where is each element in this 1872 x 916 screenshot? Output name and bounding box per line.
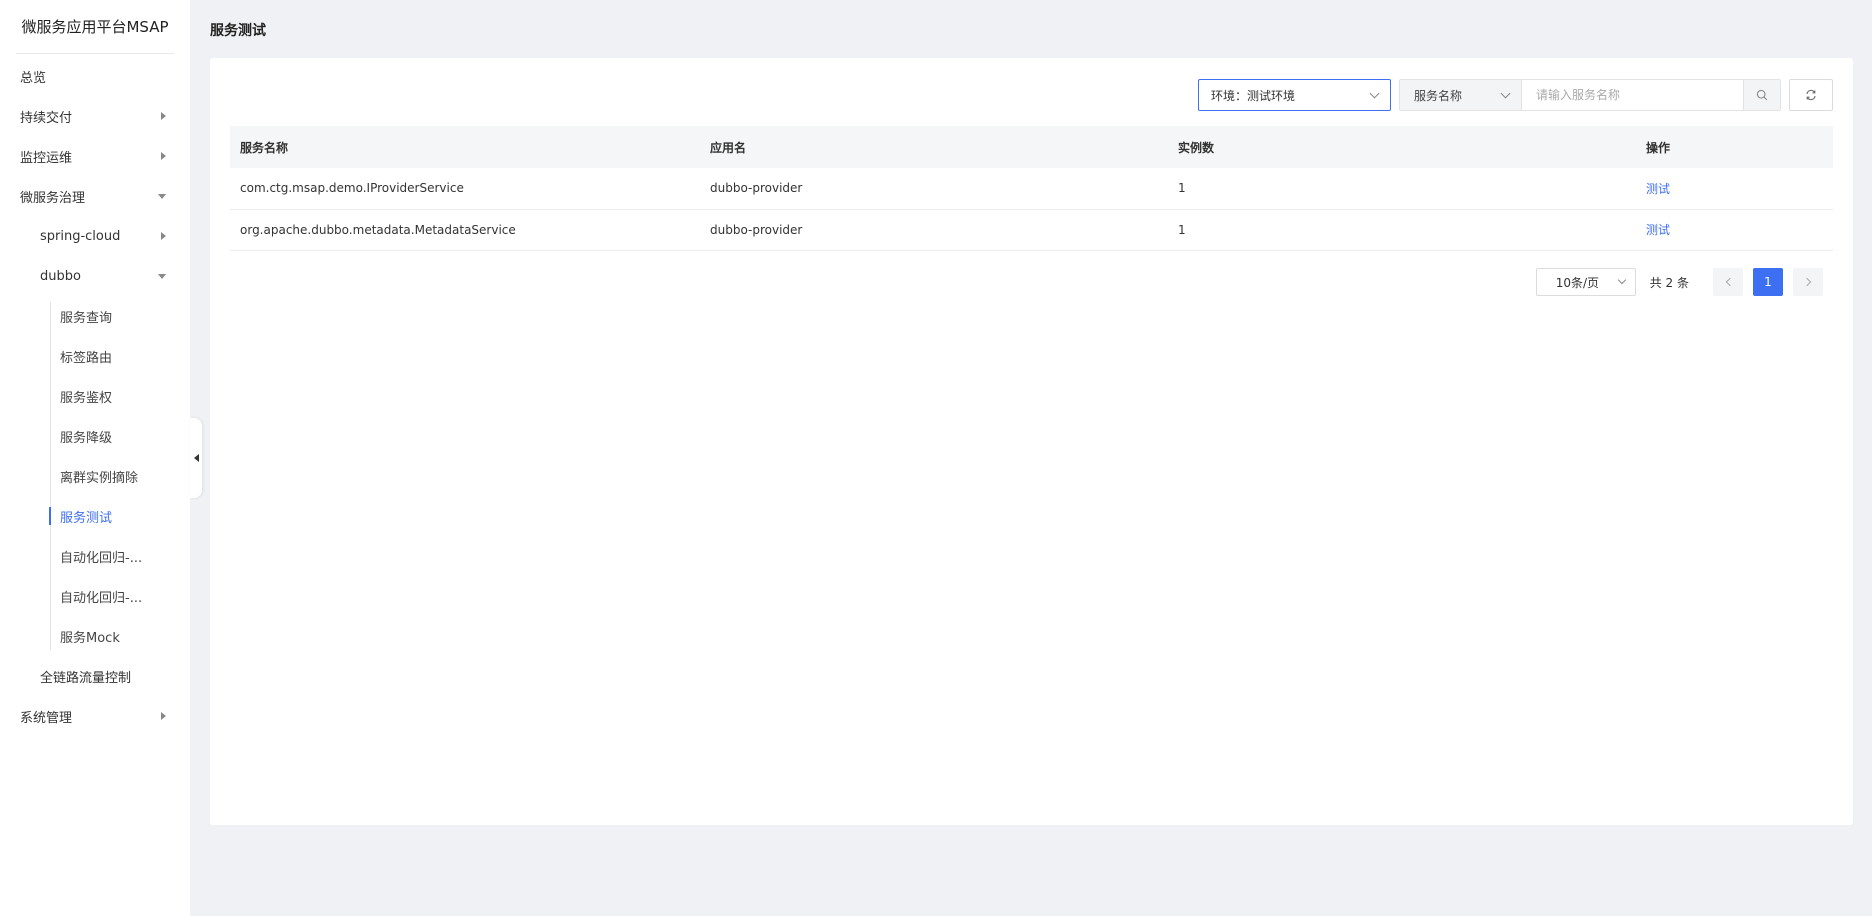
sidebar-item-auto-regression-2[interactable]: 自动化回归-... [0,576,190,616]
search-input[interactable] [1521,79,1743,111]
sidebar-menu: 总览 持续交付 监控运维 微服务治理 spring-cloud dubbo 服务… [0,54,190,736]
page-size-select[interactable]: 10条/页 [1535,268,1636,296]
cell-instances: 1 [1168,168,1636,210]
table-header-row: 服务名称 应用名 实例数 操作 [230,126,1833,168]
table-row: org.apache.dubbo.metadata.MetadataServic… [230,209,1833,251]
sidebar-collapse-toggle[interactable] [190,418,202,498]
next-page-button[interactable] [1793,268,1823,296]
caret-right-icon [161,232,166,240]
content-card: 环境：测试环境 服务名称 服务名称 应用名 [210,58,1853,825]
dubbo-submenu: 服务查询 标签路由 服务鉴权 服务降级 离群实例摘除 服务测试 自动化回归-..… [0,296,190,656]
total-count: 共 2 条 [1649,275,1689,290]
refresh-icon [1806,89,1816,101]
caret-right-icon [161,152,166,160]
search-field-select[interactable]: 服务名称 [1399,79,1521,111]
search-button[interactable] [1743,79,1781,111]
sidebar-item-tag-routing[interactable]: 标签路由 [0,336,190,376]
sidebar-item-traffic-control[interactable]: 全链路流量控制 [0,656,190,696]
column-header-app-name: 应用名 [700,126,1168,168]
cell-app-name: dubbo-provider [700,168,1168,210]
chevron-down-icon [1500,88,1511,99]
environment-select[interactable]: 环境：测试环境 [1198,79,1391,111]
refresh-button[interactable] [1789,79,1833,111]
sidebar-item-outlier-removal[interactable]: 离群实例摘除 [0,456,190,496]
chevron-down-icon [1617,275,1626,285]
cell-service-name: org.apache.dubbo.metadata.MetadataServic… [230,209,700,251]
search-field-value: 服务名称 [1414,88,1463,103]
sidebar-item-service-test[interactable]: 服务测试 [0,496,190,536]
caret-left-icon [193,454,199,462]
sidebar-item-continuous-delivery[interactable]: 持续交付 [0,96,190,136]
sidebar-item-label: 微服务治理 [20,190,86,206]
sidebar-item-label: 自动化回归-... [60,590,143,606]
cell-actions: 测试 [1636,209,1833,251]
caret-down-icon [158,274,166,279]
sidebar-item-overview[interactable]: 总览 [0,56,190,96]
chevron-left-icon [1725,277,1734,287]
caret-right-icon [161,112,166,120]
sidebar-item-auto-regression-1[interactable]: 自动化回归-... [0,536,190,576]
sidebar-item-label: dubbo [40,268,81,284]
test-link[interactable]: 测试 [1646,223,1670,237]
column-header-service-name: 服务名称 [230,126,700,168]
cell-app-name: dubbo-provider [700,209,1168,251]
cell-service-name: com.ctg.msap.demo.IProviderService [230,168,700,210]
sidebar-item-label: 服务降级 [60,430,113,446]
caret-right-icon [161,712,166,720]
sidebar-item-label: 全链路流量控制 [40,670,132,686]
sidebar-item-label: 系统管理 [20,710,73,726]
sidebar: 微服务应用平台MSAP 总览 持续交付 监控运维 微服务治理 spring-cl… [0,0,190,916]
sidebar-item-label: 离群实例摘除 [60,470,139,486]
chevron-down-icon [1369,88,1380,99]
caret-down-icon [158,194,166,199]
sidebar-item-label: 监控运维 [20,150,73,166]
sidebar-item-label: 自动化回归-... [60,550,143,566]
test-link[interactable]: 测试 [1646,182,1670,196]
cell-actions: 测试 [1636,168,1833,210]
chevron-right-icon [1802,277,1811,287]
sidebar-item-service-auth[interactable]: 服务鉴权 [0,376,190,416]
search-icon [1756,89,1768,101]
sidebar-item-service-mock[interactable]: 服务Mock [0,616,190,656]
cell-instances: 1 [1168,209,1636,251]
sidebar-item-spring-cloud[interactable]: spring-cloud [0,216,190,256]
sidebar-item-label: spring-cloud [40,228,121,244]
table-row: com.ctg.msap.demo.IProviderService dubbo… [230,168,1833,210]
sidebar-item-dubbo[interactable]: dubbo [0,256,190,296]
filter-toolbar: 环境：测试环境 服务名称 [1198,79,1833,111]
column-header-instances: 实例数 [1168,126,1636,168]
page-size-value: 10条/页 [1555,275,1600,290]
sidebar-item-label: 服务查询 [60,310,113,326]
sidebar-item-label: 总览 [20,70,47,86]
app-logo: 微服务应用平台MSAP [16,0,174,54]
sidebar-item-label: 标签路由 [60,350,113,366]
sidebar-item-label: 服务测试 [60,510,113,526]
sidebar-item-service-degrade[interactable]: 服务降级 [0,416,190,456]
sidebar-item-label: 服务Mock [60,630,120,646]
sidebar-item-label: 持续交付 [20,110,73,126]
page-title: 服务测试 [210,23,266,39]
sidebar-item-label: 服务鉴权 [60,390,113,406]
prev-page-button[interactable] [1713,268,1743,296]
page-number-button[interactable]: 1 [1753,268,1783,296]
sidebar-item-monitoring[interactable]: 监控运维 [0,136,190,176]
environment-select-value: 环境：测试环境 [1211,88,1296,103]
services-table: 服务名称 应用名 实例数 操作 com.ctg.msap.demo.IProvi… [230,126,1833,251]
pagination: 10条/页 共 2 条 1 [1535,268,1823,296]
sidebar-item-service-query[interactable]: 服务查询 [0,296,190,336]
sidebar-item-microservice-governance[interactable]: 微服务治理 [0,176,190,216]
sidebar-item-system-management[interactable]: 系统管理 [0,696,190,736]
column-header-actions: 操作 [1636,126,1833,168]
